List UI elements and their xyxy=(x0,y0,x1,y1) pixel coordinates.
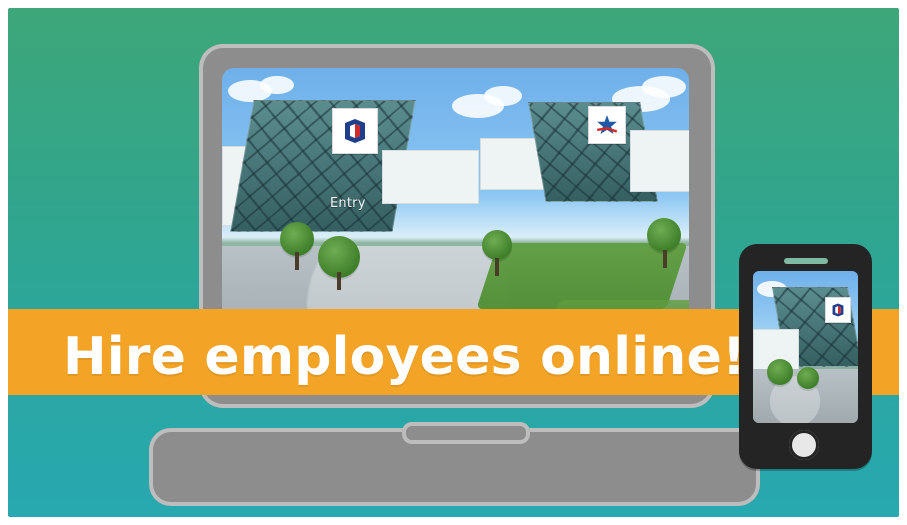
cloud xyxy=(642,76,686,98)
tree-trunk xyxy=(663,250,667,268)
banner-headline: Hire employees online! xyxy=(63,327,746,387)
entry-sign-text: Entry xyxy=(330,196,366,211)
tree xyxy=(797,367,819,389)
tree xyxy=(482,230,512,260)
right-logo-sign xyxy=(588,106,626,144)
cloud xyxy=(484,86,522,106)
company-logo-icon xyxy=(339,115,371,147)
phone-logo-sign xyxy=(825,297,851,323)
building-white xyxy=(630,130,689,192)
phone-home-button xyxy=(789,430,819,460)
tree-trunk xyxy=(495,258,499,276)
star-flag-logo-icon xyxy=(593,111,621,139)
phone-screen xyxy=(753,271,858,423)
left-logo-sign xyxy=(332,108,378,154)
tree xyxy=(767,359,793,385)
tree-trunk xyxy=(295,252,299,270)
phone-speaker xyxy=(784,258,828,264)
tree-trunk xyxy=(337,272,341,290)
smartphone xyxy=(739,244,872,469)
laptop-screen: Entry xyxy=(222,68,689,350)
building-white xyxy=(382,150,479,204)
laptop-hinge xyxy=(402,422,530,444)
cloud xyxy=(260,76,294,94)
illustration-frame: Entry Hire employees online! xyxy=(8,8,899,517)
tree xyxy=(647,218,681,252)
tree xyxy=(280,222,314,256)
company-logo-icon xyxy=(829,301,847,319)
